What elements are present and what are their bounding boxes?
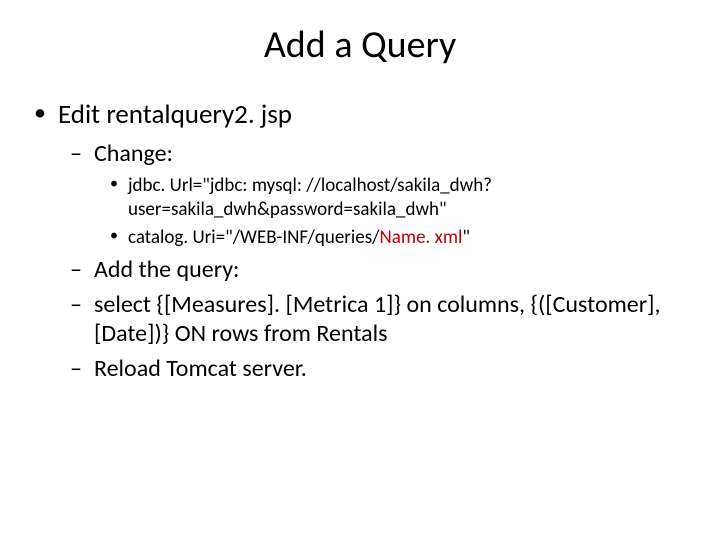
text-fragment: " bbox=[462, 226, 470, 249]
slide-body: Edit rentalquery2. jsp Change: jdbc. Url… bbox=[0, 78, 720, 383]
bullet-lvl2: Change: bbox=[30, 139, 690, 168]
highlight-text: Name. xml bbox=[380, 226, 463, 249]
bullet-lvl3: jdbc. Url="jdbc: mysql: //localhost/saki… bbox=[30, 174, 690, 222]
slide-title: Add a Query bbox=[0, 0, 720, 78]
text-fragment: catalog. Uri="/WEB-INF/queries/ bbox=[128, 226, 380, 249]
slide: Add a Query Edit rentalquery2. jsp Chang… bbox=[0, 0, 720, 540]
bullet-lvl2: Reload Tomcat server. bbox=[30, 354, 690, 383]
bullet-lvl3: catalog. Uri="/WEB-INF/queries/Name. xml… bbox=[30, 226, 690, 250]
bullet-lvl2: select {[Measures]. [Metrica 1]} on colu… bbox=[30, 290, 690, 348]
bullet-lvl1: Edit rentalquery2. jsp bbox=[30, 98, 690, 131]
bullet-lvl2: Add the query: bbox=[30, 255, 690, 284]
